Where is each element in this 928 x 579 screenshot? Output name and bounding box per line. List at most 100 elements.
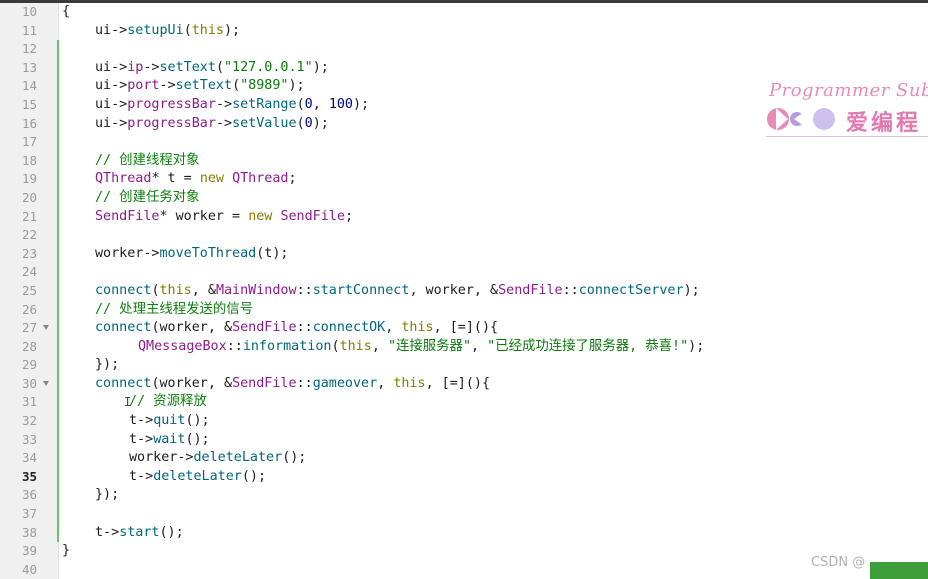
modified-line-marker: [57, 151, 59, 171]
code-token: this: [191, 22, 224, 38]
code-line[interactable]: 26 // 处理主线程发送的信号: [0, 300, 928, 320]
code-line[interactable]: 12: [0, 40, 928, 59]
code-line[interactable]: 21 SendFile* worker = new SendFile;: [0, 207, 928, 227]
code-line[interactable]: 27 connect(worker, &SendFile::connectOK, …: [0, 319, 928, 338]
code-token: SendFile: [280, 208, 345, 224]
code-line[interactable]: 23 worker->moveToThread(t);: [0, 244, 928, 264]
code-token: connectServer: [578, 282, 684, 298]
code-token: ,: [312, 96, 329, 112]
csdn-badge: [870, 562, 928, 579]
code-line[interactable]: 39}: [0, 542, 928, 561]
fold-arrow-icon[interactable]: [43, 325, 49, 331]
code-line[interactable]: 38 t->start();: [0, 523, 928, 543]
code-line[interactable]: 35 t->deleteLater();: [0, 467, 928, 487]
modified-line-marker: [57, 40, 59, 59]
code-line[interactable]: 20 // 创建任务对象: [0, 188, 928, 208]
modified-line-marker: [57, 207, 59, 227]
code-line[interactable]: 19 QThread* t = new QThread;: [0, 170, 928, 189]
code-token: "127.0.0.1": [224, 59, 313, 75]
code-token: 0: [304, 96, 313, 112]
modified-line-marker: [57, 337, 59, 357]
code-line[interactable]: 33 t->wait();: [0, 430, 928, 450]
code-line[interactable]: 13 ui->ip->setText("127.0.0.1");: [0, 58, 928, 78]
code-text: connect(worker, &SendFile::gameover, thi…: [62, 375, 490, 394]
line-number: 25: [21, 282, 37, 298]
code-token: );: [312, 59, 329, 75]
code-token: ;: [344, 208, 353, 224]
code-line[interactable]: 31 // 资源释放: [0, 393, 928, 413]
watermark-divider: [766, 136, 928, 137]
code-line[interactable]: 32 t->quit();: [0, 412, 928, 431]
modified-line-marker: [57, 133, 59, 152]
code-token: connect: [95, 320, 152, 336]
line-number: 19: [21, 171, 37, 187]
code-token: , worker, &: [409, 282, 499, 298]
code-line[interactable]: 11 ui->setupUi(this);: [0, 22, 928, 41]
code-token: ::: [562, 282, 579, 298]
code-line[interactable]: 34 worker->deleteLater();: [0, 449, 928, 468]
code-token: gameover: [312, 375, 378, 391]
code-line[interactable]: 29});: [0, 356, 928, 375]
code-token: "8989": [240, 78, 289, 94]
code-line[interactable]: 22: [0, 226, 928, 245]
code-token: ->: [159, 78, 176, 94]
code-text: });: [62, 486, 119, 505]
modified-line-marker: [57, 281, 59, 301]
code-token: (: [296, 96, 305, 112]
modified-line-marker: [57, 319, 59, 338]
code-token: this: [159, 282, 192, 298]
code-token: ,: [385, 320, 402, 336]
code-line[interactable]: 24: [0, 263, 928, 282]
line-number: 11: [21, 22, 37, 38]
code-token: // 处理主线程发送的信号: [95, 301, 254, 317]
code-text: worker->moveToThread(t);: [62, 245, 289, 264]
watermark-title: Programmer Subin: [769, 80, 928, 101]
code-line[interactable]: 10 {: [0, 3, 928, 22]
fold-arrow-icon[interactable]: [43, 380, 49, 386]
line-number: 40: [21, 561, 37, 577]
code-token: setupUi: [127, 22, 184, 38]
code-line[interactable]: 28 QMessageBox::information(this, "连接服务器"…: [0, 337, 928, 357]
line-number: 16: [21, 115, 37, 131]
modified-line-marker: [57, 430, 59, 450]
modified-line-marker: [57, 505, 59, 524]
code-token: ui->: [95, 59, 128, 75]
code-line[interactable]: 36});: [0, 486, 928, 506]
code-line[interactable]: 25 connect(this, &MainWindow::startConnec…: [0, 281, 928, 301]
code-token: * t =: [151, 171, 200, 187]
code-token: (: [331, 338, 340, 354]
code-line[interactable]: 40: [0, 561, 928, 579]
modified-line-marker: [57, 300, 59, 320]
code-token: QMessageBox: [138, 338, 227, 354]
code-token: setValue: [232, 115, 297, 131]
code-token: {: [62, 4, 71, 19]
modified-line-marker: [57, 188, 59, 208]
line-number: 34: [21, 450, 37, 466]
modified-line-marker: [57, 374, 59, 394]
modified-line-marker: [57, 77, 59, 96]
code-text: connect(worker, &SendFile::connectOK, th…: [62, 319, 498, 338]
code-token: , &: [191, 282, 216, 298]
line-number: 29: [21, 357, 37, 373]
code-line[interactable]: 18 // 创建线程对象: [0, 151, 928, 171]
code-token: ::: [226, 338, 243, 354]
code-token: ui->: [95, 115, 128, 131]
code-token: (: [296, 115, 305, 131]
code-token: ();: [185, 413, 210, 429]
code-token: this: [401, 320, 434, 336]
code-text: // 处理主线程发送的信号: [62, 301, 253, 320]
code-token: );: [683, 282, 700, 298]
code-line[interactable]: 30 connect(worker, &SendFile::gameover, t…: [0, 374, 928, 394]
code-line[interactable]: 37: [0, 505, 928, 524]
code-token: start: [119, 524, 160, 540]
line-number: 10: [21, 4, 37, 19]
modified-line-marker: [57, 523, 59, 543]
code-token: (: [232, 78, 241, 94]
code-token: "连接服务器": [387, 338, 472, 354]
line-number: 15: [21, 96, 37, 112]
watermark-shapes-icon: [767, 108, 835, 130]
code-token: SendFile: [232, 375, 297, 391]
code-token: });: [95, 357, 120, 373]
code-token: QThread: [95, 171, 152, 187]
line-number: 31: [21, 394, 37, 410]
